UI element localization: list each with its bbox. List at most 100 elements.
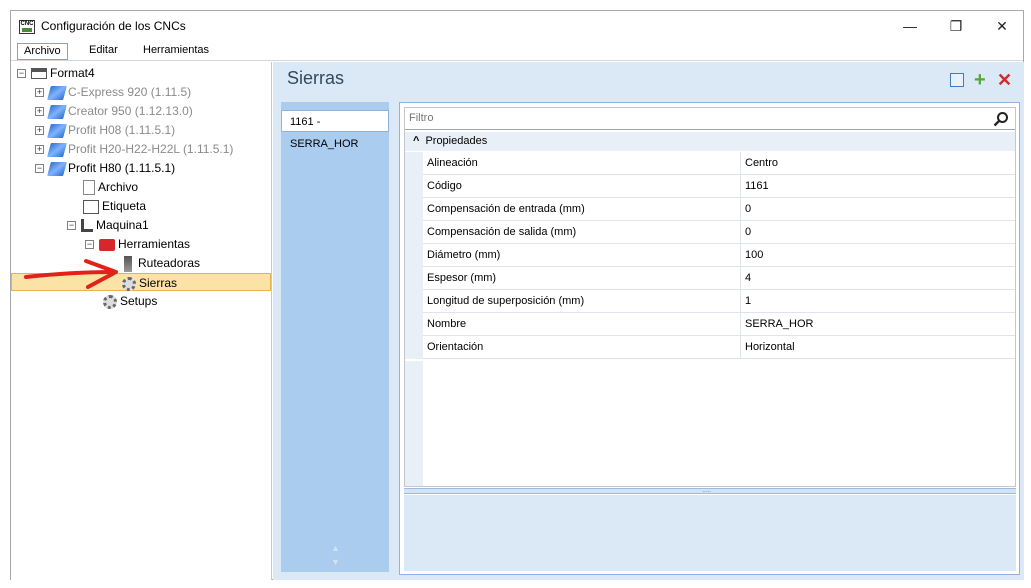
property-row[interactable]: Longitud de superposición (mm) 1: [405, 290, 1015, 313]
search-icon[interactable]: [993, 111, 1009, 127]
minimize-button[interactable]: —: [887, 11, 933, 41]
property-name: Alineación: [423, 152, 741, 175]
delete-icon[interactable]: ✕: [997, 70, 1012, 90]
property-value[interactable]: 1161: [741, 175, 1015, 198]
gear-icon: [122, 276, 136, 291]
menu-bar: Archivo Editar Herramientas: [11, 41, 1023, 61]
main-window: CNC Configuración de los CNCs — ❐ ✕ Arch…: [10, 10, 1024, 580]
property-name: Nombre: [423, 313, 741, 336]
tree-item-maquina[interactable]: − Maquina1: [67, 216, 149, 234]
filter-bar: [405, 108, 1015, 130]
copy-icon[interactable]: [950, 73, 964, 87]
router-bit-icon: [124, 255, 132, 272]
property-value[interactable]: SERRA_HOR: [741, 313, 1015, 336]
row-gutter: [405, 175, 423, 198]
tree-item-machine[interactable]: + C-Express 920 (1.11.5): [35, 83, 191, 101]
tree-item-herramientas[interactable]: − Herramientas: [85, 235, 190, 253]
window-title: Configuración de los CNCs: [41, 19, 186, 33]
property-row[interactable]: Compensación de entrada (mm) 0: [405, 198, 1015, 221]
tree-item-machine[interactable]: − Profit H80 (1.11.5.1): [35, 159, 175, 177]
tree-item-ruteadoras[interactable]: Ruteadoras: [121, 254, 200, 272]
property-name: Compensación de salida (mm): [423, 221, 741, 244]
property-row[interactable]: Alineación Centro: [405, 152, 1015, 175]
toolbox-icon: [99, 238, 115, 251]
machine-icon: [47, 123, 67, 138]
property-row[interactable]: Espesor (mm) 4: [405, 267, 1015, 290]
splitter-handle[interactable]: ·····: [404, 487, 1016, 496]
property-value[interactable]: 0: [741, 198, 1015, 221]
vice-icon: [81, 219, 93, 233]
collapse-toggle[interactable]: −: [85, 240, 94, 250]
tree-pane: − Format4 + C-Express 920 (1.11.5) + Creato…: [11, 62, 272, 580]
property-name: Espesor (mm): [423, 267, 741, 290]
expand-toggle[interactable]: +: [35, 145, 44, 155]
maximize-button[interactable]: ❐: [933, 11, 979, 41]
collapse-toggle[interactable]: −: [17, 69, 26, 79]
tree-item-etiqueta[interactable]: Etiqueta: [83, 197, 146, 215]
tree-item-archivo[interactable]: Archivo: [83, 178, 138, 196]
tree-item-label: Herramientas: [118, 237, 191, 251]
close-button[interactable]: ✕: [979, 11, 1025, 41]
row-gutter: [405, 152, 423, 175]
title-bar: CNC Configuración de los CNCs — ❐ ✕: [11, 11, 1023, 41]
add-icon[interactable]: +: [974, 70, 986, 90]
property-name: Compensación de entrada (mm): [423, 198, 741, 221]
property-value[interactable]: 0: [741, 221, 1015, 244]
label-icon: [83, 199, 99, 214]
property-row[interactable]: Orientación Horizontal: [405, 336, 1015, 359]
tree-item-label: Profit H20-H22-H22L (1.11.5.1): [68, 142, 234, 156]
row-gutter: [405, 244, 423, 267]
expand-toggle[interactable]: +: [35, 107, 44, 117]
tree-item-machine[interactable]: + Profit H20-H22-H22L (1.11.5.1): [35, 140, 233, 158]
collapse-toggle[interactable]: −: [67, 221, 76, 231]
property-value[interactable]: 1: [741, 290, 1015, 313]
tree-item-label: Archivo: [98, 180, 139, 194]
tree-item-label: Setups: [120, 294, 158, 308]
menu-herramientas[interactable]: Herramientas: [137, 43, 215, 60]
property-value[interactable]: Horizontal: [741, 336, 1015, 359]
machine-icon: [47, 161, 67, 176]
collapse-caret-icon[interactable]: ^: [413, 135, 419, 147]
row-gutter: [405, 290, 423, 313]
tree-item-label: Profit H08 (1.11.5.1): [68, 123, 176, 137]
property-row[interactable]: Código 1161: [405, 175, 1015, 198]
property-name: Orientación: [423, 336, 741, 359]
red-arrow-annotation: [24, 259, 118, 289]
row-gutter: [405, 198, 423, 221]
factory-icon: [31, 68, 47, 80]
details-pane: Sierras + ✕ 1161 - SERRA_HOR ▲ ▼ Filtro …: [273, 62, 1024, 580]
property-row[interactable]: Diámetro (mm) 100: [405, 244, 1015, 267]
machine-icon: [47, 104, 67, 119]
group-header-propiedades[interactable]: ^ Propiedades: [405, 132, 1015, 151]
filter-input[interactable]: [409, 108, 979, 128]
tool-list: 1161 - SERRA_HOR ▲ ▼: [281, 102, 389, 572]
collapse-toggle[interactable]: −: [35, 164, 44, 174]
property-value[interactable]: 100: [741, 244, 1015, 267]
scroll-up-icon[interactable]: ▲: [331, 543, 340, 553]
toolbar: + ✕: [950, 70, 1014, 90]
tree-item-setups[interactable]: Setups: [103, 292, 157, 310]
tree-item-label: Ruteadoras: [138, 256, 201, 270]
property-name: Longitud de superposición (mm): [423, 290, 741, 313]
scroll-down-icon[interactable]: ▼: [331, 557, 340, 567]
expand-toggle[interactable]: +: [35, 88, 44, 98]
tree-item-format4[interactable]: − Format4: [17, 64, 95, 82]
property-value[interactable]: Centro: [741, 152, 1015, 175]
tree-item-label: Etiqueta: [102, 199, 147, 213]
row-gutter: [405, 313, 423, 336]
tree-item-machine[interactable]: + Profit H08 (1.11.5.1): [35, 121, 175, 139]
property-value[interactable]: 4: [741, 267, 1015, 290]
menu-editar[interactable]: Editar: [83, 43, 124, 60]
property-row[interactable]: Nombre SERRA_HOR: [405, 313, 1015, 336]
expand-toggle[interactable]: +: [35, 126, 44, 136]
machine-icon: [47, 85, 67, 100]
gear-icon: [103, 294, 117, 309]
property-row[interactable]: Compensación de salida (mm) 0: [405, 221, 1015, 244]
tree-item-label: C-Express 920 (1.11.5): [68, 85, 192, 99]
tree-item-machine[interactable]: + Creator 950 (1.12.13.0): [35, 102, 193, 120]
menu-archivo[interactable]: Archivo: [17, 43, 68, 60]
list-item[interactable]: 1161 - SERRA_HOR: [281, 110, 389, 150]
app-icon: CNC: [19, 20, 35, 34]
property-grid: ^Propiedades AlineaciónCentroCódigo1161C…: [404, 107, 1016, 487]
description-area: [404, 495, 1016, 571]
